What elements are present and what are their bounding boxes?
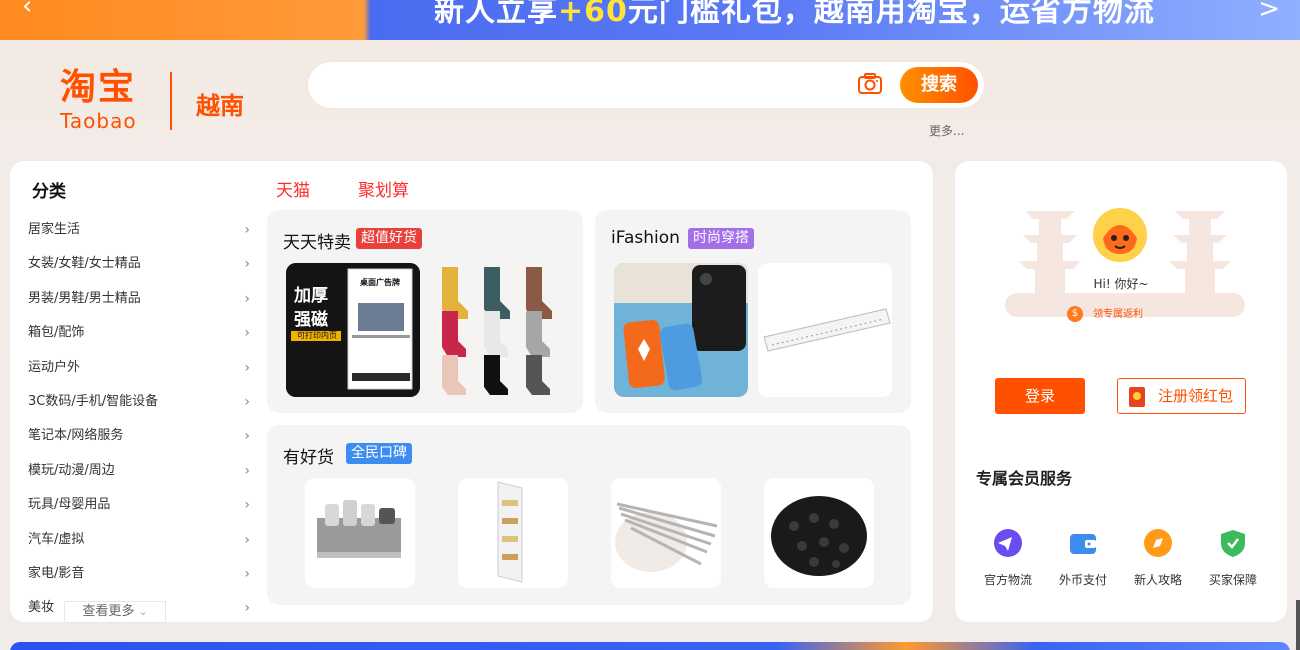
- scrollbar[interactable]: [1296, 600, 1300, 650]
- search-bar[interactable]: 搜索: [308, 62, 984, 108]
- main-panel: 分类 居家生活 › 女装/女鞋/女士精品 › 男装/男鞋/男士精品 › 箱包/配饰 › …: [10, 161, 933, 623]
- category-item[interactable]: 男装/男鞋/男士精品 ›: [28, 282, 250, 316]
- category-item[interactable]: 箱包/配饰 ›: [28, 316, 250, 350]
- chevron-down-icon: ⌄: [138, 605, 148, 618]
- category-item[interactable]: 笔记本/网络服务 ›: [28, 419, 250, 453]
- bottom-banner[interactable]: [10, 642, 1290, 650]
- logistics-icon: [994, 529, 1022, 557]
- service-guide[interactable]: 新人攻略: [1123, 527, 1193, 588]
- card-badge: 超值好货: [356, 228, 422, 249]
- chevron-right-icon: ›: [244, 222, 250, 238]
- logo-cn-text: 淘宝: [60, 67, 137, 108]
- category-item[interactable]: 居家生活 ›: [28, 213, 250, 247]
- back-arrow-icon[interactable]: ‹: [22, 0, 32, 19]
- chevron-right-icon: ›: [244, 600, 250, 617]
- category-item[interactable]: 家电/影音 ›: [28, 557, 250, 591]
- card-badge: 时尚穿搭: [688, 228, 754, 249]
- logo-divider: [170, 72, 172, 130]
- chevron-right-icon: ›: [244, 256, 250, 273]
- chevron-right-icon: ›: [244, 462, 250, 479]
- product-image[interactable]: [614, 263, 748, 397]
- category-item[interactable]: 模玩/动漫/周边 ›: [28, 454, 250, 488]
- product-image[interactable]: [430, 263, 564, 397]
- card-title: 天天特卖: [283, 233, 351, 253]
- poster-line1: 加厚: [294, 286, 328, 306]
- view-more-button[interactable]: 查看更多 ⌄: [64, 601, 166, 623]
- login-button[interactable]: 登录: [995, 378, 1085, 414]
- shield-icon: [1221, 530, 1245, 557]
- product-image[interactable]: [764, 478, 874, 588]
- wallet-icon: [1070, 534, 1096, 554]
- chevron-right-icon: ›: [244, 393, 250, 410]
- product-image[interactable]: [305, 478, 415, 588]
- chevron-right-icon: ›: [244, 531, 250, 548]
- register-button[interactable]: 注册领红包: [1117, 378, 1246, 414]
- red-envelope-icon: [1129, 387, 1145, 407]
- tab-tmall[interactable]: 天猫: [276, 176, 310, 201]
- service-logistics[interactable]: 官方物流: [973, 527, 1043, 588]
- user-panel: Hi! 你好~ $ 领专属返利 登录 注册领红包 专属会员服务 官方物流 外币支付…: [955, 161, 1287, 622]
- banner-text: 新人立享+60元门槛礼包，越南用淘宝，运省方物流: [434, 0, 1155, 29]
- category-item[interactable]: 玩具/母婴用品 ›: [28, 488, 250, 522]
- rebate-link[interactable]: $ 领专属返利: [1067, 305, 1143, 322]
- greeting-text: Hi! 你好~: [1093, 277, 1149, 291]
- ifashion-card[interactable]: iFashion 时尚穿搭: [595, 210, 911, 413]
- service-protection[interactable]: 买家保障: [1198, 527, 1268, 588]
- taobao-logo[interactable]: 淘宝 Taobao 越南: [58, 68, 258, 134]
- service-payment[interactable]: 外币支付: [1048, 527, 1118, 588]
- category-item[interactable]: 汽车/虚拟 ›: [28, 523, 250, 557]
- compass-icon: [1144, 529, 1172, 557]
- camera-icon[interactable]: [857, 72, 883, 96]
- poster-tag: 可打印内页: [297, 331, 337, 340]
- good-goods-card[interactable]: 有好货 全民口碑: [267, 425, 911, 605]
- avatar[interactable]: [1093, 208, 1147, 262]
- category-item[interactable]: 运动户外 ›: [28, 351, 250, 385]
- product-image[interactable]: [758, 263, 892, 397]
- chevron-right-icon: ›: [244, 325, 250, 342]
- product-image[interactable]: [458, 478, 568, 588]
- chevron-right-icon: ›: [244, 497, 250, 514]
- promo-banner[interactable]: ‹ 新人立享+60元门槛礼包，越南用淘宝，运省方物流 >: [0, 0, 1300, 40]
- card-title: 有好货: [283, 448, 334, 468]
- logo-region: 越南: [196, 92, 244, 120]
- search-input[interactable]: [328, 72, 838, 98]
- logo-en-text: Taobao: [60, 109, 137, 133]
- category-title: 分类: [32, 182, 66, 202]
- product-image[interactable]: 加厚 强磁 可打印内页 桌面广告牌: [286, 263, 420, 397]
- poster-sign: 桌面广告牌: [360, 278, 400, 287]
- category-item[interactable]: 女装/女鞋/女士精品 ›: [28, 247, 250, 281]
- chevron-right-icon: ›: [244, 565, 250, 582]
- card-title: iFashion: [611, 228, 680, 248]
- coin-icon: $: [1067, 306, 1083, 322]
- daily-deals-card[interactable]: 天天特卖 超值好货 加厚 强磁 可打印内页 桌面广告牌: [267, 210, 583, 413]
- chevron-right-icon: ›: [244, 428, 250, 445]
- chevron-right-icon: ›: [244, 359, 250, 376]
- member-services-title: 专属会员服务: [976, 469, 1073, 488]
- tab-juhuasuan[interactable]: 聚划算: [358, 176, 409, 201]
- category-item[interactable]: 3C数码/手机/智能设备 ›: [28, 385, 250, 419]
- chevron-right-icon[interactable]: >: [1258, 0, 1280, 24]
- product-image[interactable]: [611, 478, 721, 588]
- poster-line2: 强磁: [294, 310, 328, 330]
- chevron-right-icon: ›: [244, 290, 250, 307]
- search-button[interactable]: 搜索: [900, 67, 978, 103]
- category-list: 居家生活 › 女装/女鞋/女士精品 › 男装/男鞋/男士精品 › 箱包/配饰 › 运动户…: [28, 213, 250, 626]
- card-badge: 全民口碑: [346, 443, 412, 464]
- more-link[interactable]: 更多...: [929, 122, 964, 139]
